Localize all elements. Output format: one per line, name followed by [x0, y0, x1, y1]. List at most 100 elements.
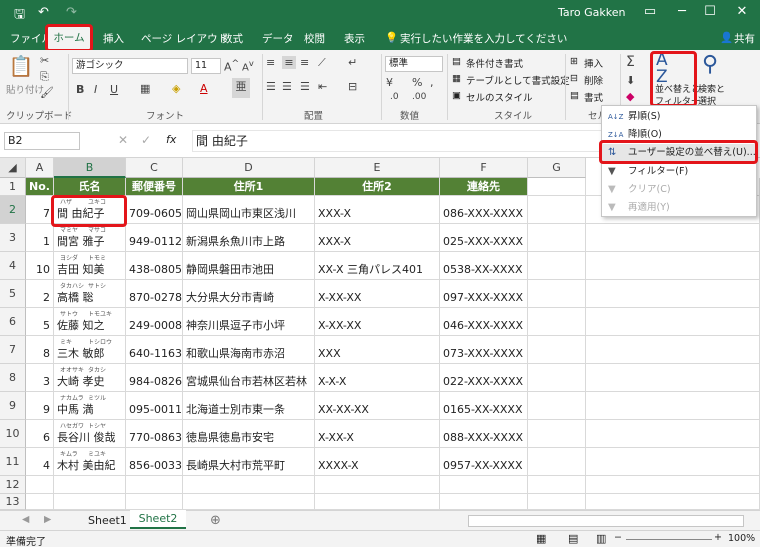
empty-cell[interactable]: [315, 494, 440, 510]
table-cell[interactable]: 新潟県糸魚川市上路: [183, 224, 315, 252]
conditional-format-button[interactable]: 条件付き書式: [466, 56, 523, 70]
phonetic-icon[interactable]: 亜: [232, 78, 250, 98]
empty-cell[interactable]: [586, 364, 760, 392]
header-cell[interactable]: No.: [26, 178, 54, 196]
tab-data[interactable]: データ: [262, 31, 294, 46]
close-button[interactable]: ✕: [732, 4, 752, 19]
table-cell[interactable]: 640-1163: [126, 336, 183, 364]
table-cell[interactable]: 和歌山県海南市赤沼: [183, 336, 315, 364]
row-header[interactable]: 8: [0, 364, 26, 392]
page-layout-view-icon[interactable]: ▤: [568, 532, 578, 545]
format-cells-icon[interactable]: ▤: [570, 90, 579, 101]
merge-icon[interactable]: ⊟: [348, 80, 357, 93]
function-icon[interactable]: fx: [166, 133, 176, 146]
table-cell[interactable]: 0165-XX-XXXX: [440, 392, 528, 420]
row-header[interactable]: 10: [0, 420, 26, 448]
row-header[interactable]: 4: [0, 252, 26, 280]
align-right-icon[interactable]: ☰: [300, 80, 310, 93]
cut-icon[interactable]: ✂: [40, 54, 49, 67]
table-cell[interactable]: 岡山県岡山市東区浅川: [183, 196, 315, 224]
row-header[interactable]: 13: [0, 494, 26, 510]
table-cell[interactable]: 097-XXX-XXXX: [440, 280, 528, 308]
table-cell[interactable]: 7: [26, 196, 54, 224]
insert-cells-button[interactable]: 挿入: [584, 56, 603, 70]
sheet-tab-sheet1[interactable]: Sheet1: [88, 514, 127, 527]
column-header[interactable]: A: [26, 158, 54, 178]
empty-cell[interactable]: [528, 224, 586, 252]
fill-icon[interactable]: ⬇: [626, 74, 635, 87]
empty-cell[interactable]: [586, 420, 760, 448]
table-cell[interactable]: X-XX-XX: [315, 308, 440, 336]
zoom-slider[interactable]: [626, 539, 712, 540]
align-middle-icon[interactable]: ≡: [282, 56, 296, 69]
font-size-combo[interactable]: 11: [191, 58, 221, 74]
row-header[interactable]: 6: [0, 308, 26, 336]
format-cells-button[interactable]: 書式: [584, 90, 603, 104]
empty-cell[interactable]: [126, 476, 183, 494]
empty-cell[interactable]: [586, 336, 760, 364]
table-cell[interactable]: X-X-X: [315, 364, 440, 392]
insert-cells-icon[interactable]: ⊞: [570, 56, 578, 67]
table-cell[interactable]: 2: [26, 280, 54, 308]
decrease-font-icon[interactable]: Av: [242, 58, 254, 73]
empty-cell[interactable]: [586, 392, 760, 420]
empty-cell[interactable]: [528, 280, 586, 308]
align-center-icon[interactable]: ☰: [282, 80, 292, 93]
empty-cell[interactable]: [528, 476, 586, 494]
sheet-tab-sheet2[interactable]: Sheet2: [130, 510, 186, 529]
find-icon[interactable]: ⚲: [702, 52, 718, 77]
table-cell[interactable]: 神奈川県逗子市小坪: [183, 308, 315, 336]
paste-button[interactable]: 貼り付け: [6, 82, 44, 96]
undo-icon[interactable]: ↶: [38, 5, 49, 20]
comma-icon[interactable]: ,: [430, 76, 434, 89]
name-box[interactable]: B2: [4, 132, 80, 150]
align-top-icon[interactable]: ≡: [266, 56, 275, 69]
number-format-combo[interactable]: 標準: [385, 56, 443, 72]
ribbon-display-icon[interactable]: ▭: [640, 4, 660, 19]
table-cell[interactable]: 0538-XX-XXXX: [440, 252, 528, 280]
header-cell[interactable]: 連絡先: [440, 178, 528, 196]
table-cell[interactable]: 856-0033: [126, 448, 183, 476]
table-cell[interactable]: 北海道士別市東一条: [183, 392, 315, 420]
table-cell[interactable]: XXX: [315, 336, 440, 364]
normal-view-icon[interactable]: ▦: [536, 532, 546, 545]
table-cell[interactable]: 709-0605: [126, 196, 183, 224]
empty-cell[interactable]: [54, 494, 126, 510]
format-painter-icon[interactable]: 🖌: [40, 86, 54, 99]
empty-cell[interactable]: [528, 336, 586, 364]
table-cell[interactable]: 949-0112: [126, 224, 183, 252]
table-cell[interactable]: 長崎県大村市荒平町: [183, 448, 315, 476]
table-cell[interactable]: 073-XXX-XXXX: [440, 336, 528, 364]
empty-cell[interactable]: [586, 476, 760, 494]
empty-cell[interactable]: [586, 280, 760, 308]
empty-cell[interactable]: [440, 494, 528, 510]
select-all-corner[interactable]: ◢: [0, 158, 26, 178]
empty-cell[interactable]: [586, 308, 760, 336]
table-cell[interactable]: 0957-XX-XXXX: [440, 448, 528, 476]
currency-icon[interactable]: ¥: [386, 76, 393, 89]
align-bottom-icon[interactable]: ≡: [300, 56, 309, 69]
cancel-icon[interactable]: ✕: [118, 133, 128, 147]
table-cell[interactable]: XX-XX-XX: [315, 392, 440, 420]
table-cell[interactable]: 086-XXX-XXXX: [440, 196, 528, 224]
enter-icon[interactable]: ✓: [141, 133, 151, 147]
tab-insert[interactable]: 挿入: [103, 31, 124, 46]
header-cell[interactable]: 住所2: [315, 178, 440, 196]
header-cell[interactable]: 住所1: [183, 178, 315, 196]
table-format-icon[interactable]: ▦: [452, 73, 461, 84]
underline-icon[interactable]: U: [110, 83, 118, 96]
paste-icon[interactable]: 📋: [8, 54, 34, 80]
zoom-in-icon[interactable]: +: [714, 532, 722, 543]
empty-cell[interactable]: [586, 448, 760, 476]
restore-button[interactable]: ☐: [700, 4, 720, 19]
delete-cells-icon[interactable]: ⊟: [570, 73, 578, 84]
empty-cell[interactable]: [528, 252, 586, 280]
delete-cells-button[interactable]: 削除: [584, 73, 603, 87]
menu-item-reapply[interactable]: ▼ 再適用(Y): [602, 199, 756, 217]
zoom-level[interactable]: 100%: [728, 533, 755, 544]
empty-cell[interactable]: [528, 448, 586, 476]
header-cell[interactable]: 郵便番号: [126, 178, 183, 196]
row-header[interactable]: 2: [0, 196, 26, 224]
row-header[interactable]: 9: [0, 392, 26, 420]
align-left-icon[interactable]: ☰: [266, 80, 276, 93]
